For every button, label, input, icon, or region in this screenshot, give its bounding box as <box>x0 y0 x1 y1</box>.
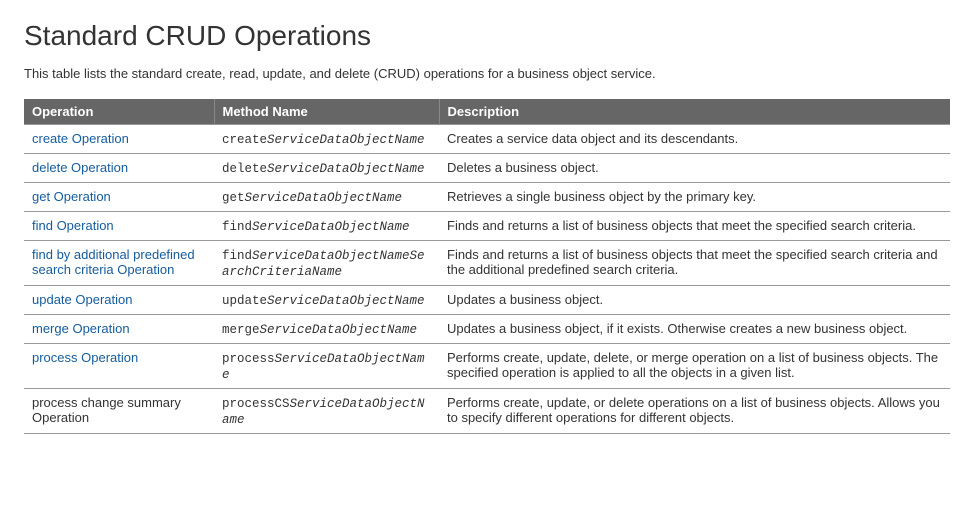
header-operation: Operation <box>24 99 214 125</box>
method-italic: ServiceDataObjectName <box>245 191 403 205</box>
method-prefix: find <box>222 249 252 263</box>
method-prefix: update <box>222 294 267 308</box>
operation-cell: delete Operation <box>24 154 214 183</box>
table-row: process Operation processServiceDataObjec… <box>24 344 950 389</box>
description-cell: Creates a service data object and its de… <box>439 125 950 154</box>
description-cell: Performs create, update, delete, or merg… <box>439 344 950 389</box>
method-name: mergeServiceDataObjectName <box>222 323 417 337</box>
method-name: updateServiceDataObjectName <box>222 294 425 308</box>
operation-cell: create Operation <box>24 125 214 154</box>
method-cell: processServiceDataObjectName <box>214 344 439 389</box>
table-row: find Operation findServiceDataObjectName F… <box>24 212 950 241</box>
table-row: merge Operation mergeServiceDataObjectNam… <box>24 315 950 344</box>
method-prefix: create <box>222 133 267 147</box>
method-prefix: get <box>222 191 245 205</box>
method-name: deleteServiceDataObjectName <box>222 162 425 176</box>
table-row: get Operation getServiceDataObjectName Ret… <box>24 183 950 212</box>
method-prefix: processCS <box>222 397 290 411</box>
header-description: Description <box>439 99 950 125</box>
operation-link[interactable]: merge Operation <box>32 321 130 336</box>
method-name: createServiceDataObjectName <box>222 133 425 147</box>
table-row: delete Operation deleteServiceDataObjectN… <box>24 154 950 183</box>
operation-link[interactable]: find by additional predefined search cri… <box>32 247 195 277</box>
operation-cell: get Operation <box>24 183 214 212</box>
description-cell: Performs create, update, or delete opera… <box>439 389 950 434</box>
table-row: create Operation createServiceDataObjectN… <box>24 125 950 154</box>
method-cell: processCSServiceDataObjectName <box>214 389 439 434</box>
operation-link[interactable]: delete Operation <box>32 160 128 175</box>
operation-link[interactable]: create Operation <box>32 131 129 146</box>
table-row: find by additional predefined search cri… <box>24 241 950 286</box>
operation-link[interactable]: process Operation <box>32 350 138 365</box>
method-cell: mergeServiceDataObjectName <box>214 315 439 344</box>
method-prefix: merge <box>222 323 260 337</box>
description-cell: Deletes a business object. <box>439 154 950 183</box>
operation-text: process change summary Operation <box>32 395 181 425</box>
table-row: update Operation updateServiceDataObjectN… <box>24 286 950 315</box>
description-cell: Finds and returns a list of business obj… <box>439 241 950 286</box>
operation-link[interactable]: update Operation <box>32 292 132 307</box>
operation-cell: process Operation <box>24 344 214 389</box>
operation-link[interactable]: get Operation <box>32 189 111 204</box>
description-cell: Retrieves a single business object by th… <box>439 183 950 212</box>
method-cell: getServiceDataObjectName <box>214 183 439 212</box>
description-cell: Finds and returns a list of business obj… <box>439 212 950 241</box>
table-row: process change summary Operation processC… <box>24 389 950 434</box>
intro-text: This table lists the standard create, re… <box>24 66 950 81</box>
method-prefix: find <box>222 220 252 234</box>
crud-table: Operation Method Name Description create… <box>24 99 950 434</box>
method-cell: createServiceDataObjectName <box>214 125 439 154</box>
method-prefix: delete <box>222 162 267 176</box>
method-cell: findServiceDataObjectName <box>214 212 439 241</box>
method-cell: updateServiceDataObjectName <box>214 286 439 315</box>
operation-link[interactable]: find Operation <box>32 218 114 233</box>
operation-cell: update Operation <box>24 286 214 315</box>
method-italic: ServiceDataObjectName <box>260 323 418 337</box>
method-italic: ServiceDataObjectName <box>267 133 425 147</box>
description-cell: Updates a business object, if it exists.… <box>439 315 950 344</box>
method-italic: ServiceDataObjectNameSearchCriteriaName <box>222 249 425 279</box>
page-title: Standard CRUD Operations <box>24 20 950 52</box>
method-cell: findServiceDataObjectNameSearchCriteriaN… <box>214 241 439 286</box>
method-name: processCSServiceDataObjectName <box>222 397 425 427</box>
method-italic: ServiceDataObjectName <box>267 162 425 176</box>
method-prefix: process <box>222 352 275 366</box>
operation-cell: process change summary Operation <box>24 389 214 434</box>
method-name: getServiceDataObjectName <box>222 191 402 205</box>
header-method: Method Name <box>214 99 439 125</box>
method-name: findServiceDataObjectNameSearchCriteriaN… <box>222 249 425 279</box>
operation-cell: find by additional predefined search cri… <box>24 241 214 286</box>
method-italic: ServiceDataObjectName <box>252 220 410 234</box>
operation-cell: merge Operation <box>24 315 214 344</box>
description-cell: Updates a business object. <box>439 286 950 315</box>
method-name: processServiceDataObjectName <box>222 352 425 382</box>
operation-cell: find Operation <box>24 212 214 241</box>
method-cell: deleteServiceDataObjectName <box>214 154 439 183</box>
method-italic: ServiceDataObjectName <box>267 294 425 308</box>
method-name: findServiceDataObjectName <box>222 220 410 234</box>
